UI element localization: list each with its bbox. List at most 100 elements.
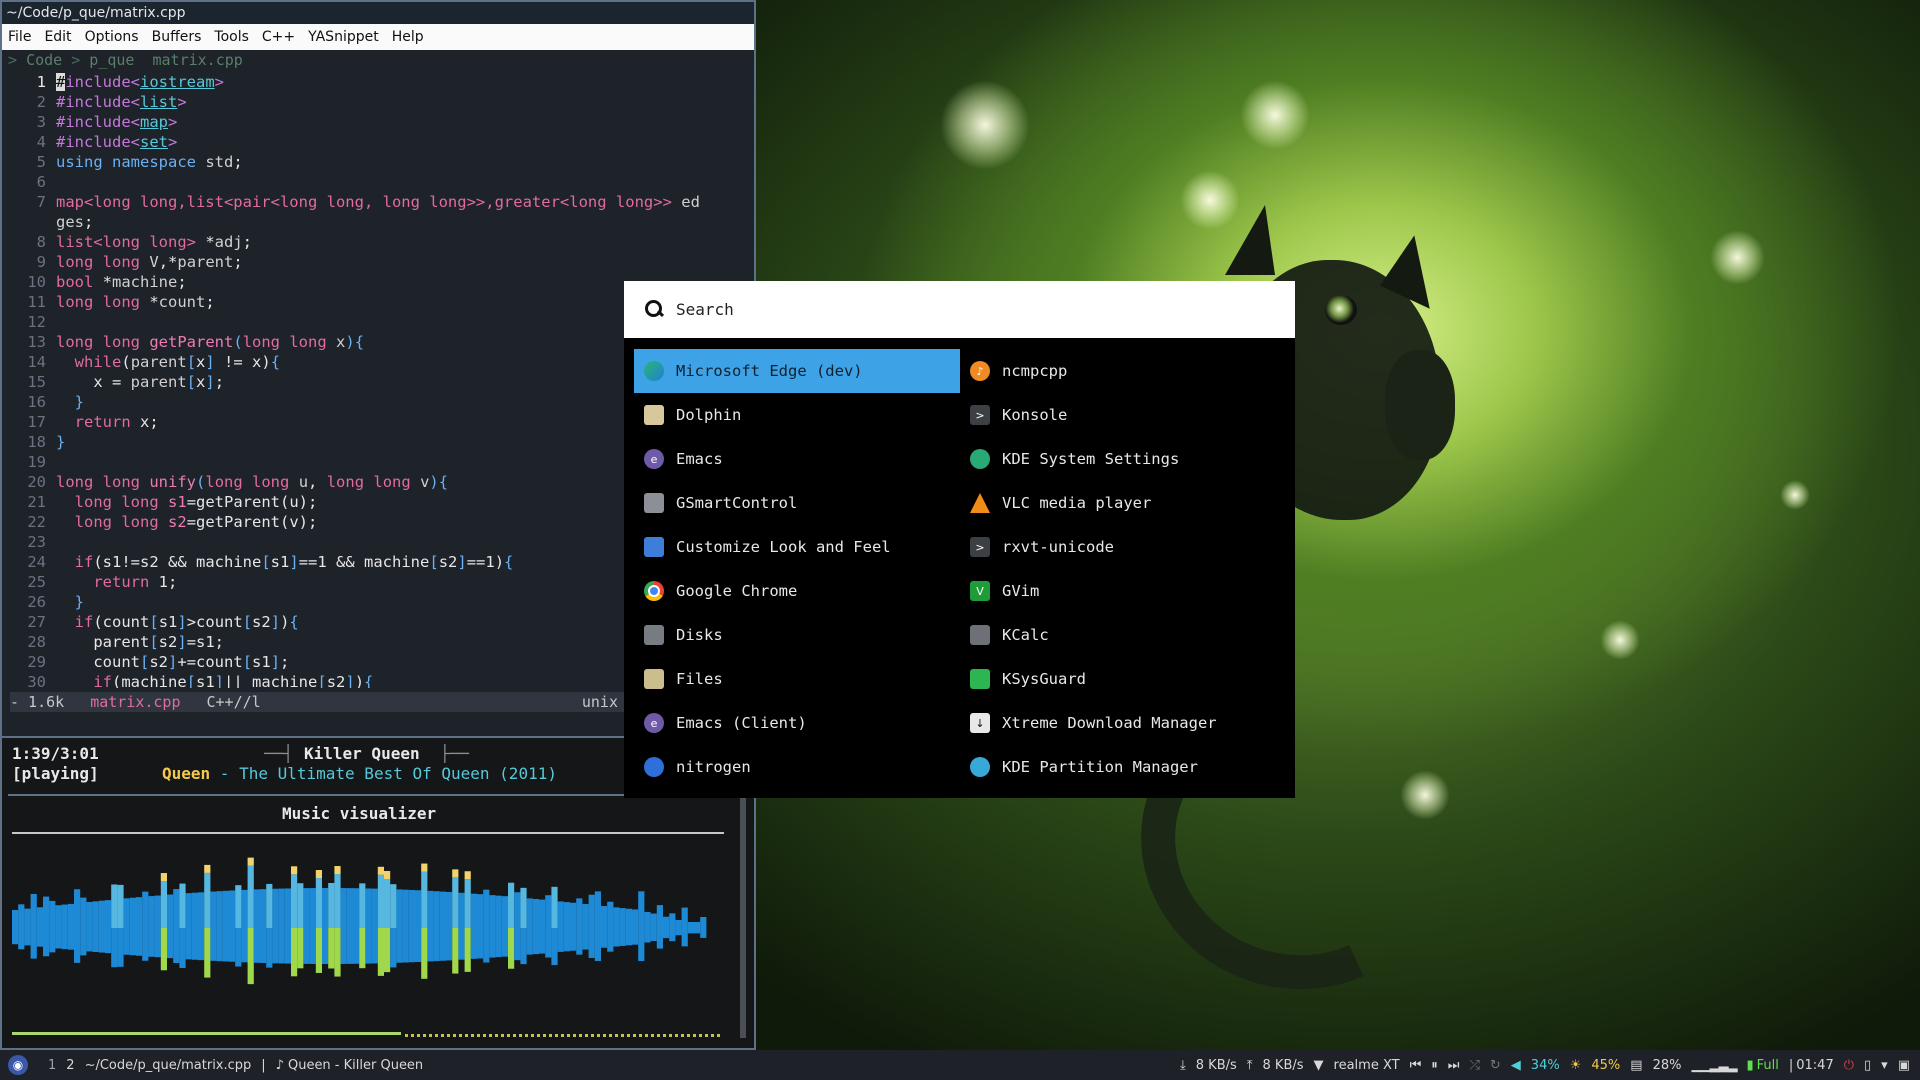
visualizer-bar: [322, 888, 329, 928]
app-item-konsole[interactable]: > Konsole: [960, 393, 1286, 437]
visualizer-peak: [160, 873, 167, 882]
major-mode[interactable]: C++//l: [207, 692, 261, 712]
breadcrumb-item[interactable]: p_que: [89, 51, 134, 69]
visualizer-bar: [284, 888, 291, 928]
visualizer-bar: [210, 891, 217, 928]
menu-cpp[interactable]: C++: [262, 29, 295, 45]
title-frame: ──┤: [264, 744, 293, 763]
menu-edit[interactable]: Edit: [44, 29, 71, 45]
menu-help[interactable]: Help: [392, 29, 424, 45]
visualizer-bar: [408, 889, 415, 928]
visualizer-bar: [501, 896, 508, 928]
clipboard-icon[interactable]: ▯: [1864, 1058, 1871, 1073]
terminal-icon: >: [970, 537, 990, 557]
visualizer-bar: [563, 928, 570, 952]
distro-logo-icon[interactable]: ◉: [8, 1055, 28, 1075]
visualizer-bar: [315, 928, 322, 973]
visualizer-bar: [619, 928, 626, 946]
visualizer-bar: [650, 913, 657, 928]
visualizer-bar: [539, 899, 546, 928]
app-item-vlc[interactable]: VLC media player: [960, 481, 1286, 525]
app-item-disks[interactable]: Disks: [634, 613, 960, 657]
app-item-xdm[interactable]: ↓ Xtreme Download Manager: [960, 701, 1286, 745]
app-item-gsmartcontrol[interactable]: GSmartControl: [634, 481, 960, 525]
vlc-icon: [970, 493, 990, 513]
app-label: Xtreme Download Manager: [1002, 714, 1217, 732]
visualizer-bar: [384, 928, 391, 973]
visualizer-bar: [198, 928, 205, 961]
now-playing[interactable]: Queen - Killer Queen: [288, 1058, 423, 1073]
visualizer-bar: [669, 913, 676, 928]
visualizer-bar: [390, 928, 397, 968]
search-input[interactable]: Search: [676, 300, 734, 319]
visualizer-bar: [80, 928, 87, 956]
scrollbar[interactable]: [740, 798, 746, 1038]
menu-options[interactable]: Options: [85, 29, 139, 45]
visualizer-bar: [185, 893, 192, 928]
app-item-ksysguard[interactable]: KSysGuard: [960, 657, 1286, 701]
power-icon[interactable]: ⏻: [1844, 1058, 1854, 1073]
app-item-partition-manager[interactable]: KDE Partition Manager: [960, 745, 1286, 789]
app-column-left: Microsoft Edge (dev) Dolphin e Emacs GSma…: [634, 349, 960, 789]
music-visualizer: [12, 857, 707, 985]
visualizer-bar: [129, 897, 136, 928]
visualizer-bar: [421, 928, 428, 979]
workspace-1[interactable]: 1: [48, 1058, 56, 1073]
app-item-kde-settings[interactable]: KDE System Settings: [960, 437, 1286, 481]
visualizer-bar: [458, 928, 465, 960]
visualizer-bar: [315, 878, 322, 928]
line-number: 1: [36, 73, 46, 91]
visualizer-bar: [334, 928, 341, 977]
app-item-ncmpcpp[interactable]: ♪ ncmpcpp: [960, 349, 1286, 393]
workspace-2[interactable]: 2: [66, 1058, 74, 1073]
visualizer-bar: [154, 895, 161, 928]
line-number: 24: [27, 553, 46, 571]
line-number: 23: [27, 533, 46, 551]
previous-track-icon[interactable]: ⏮: [1410, 1058, 1422, 1073]
network-tray-icon[interactable]: ▾: [1881, 1058, 1888, 1073]
menu-tools[interactable]: Tools: [214, 29, 249, 45]
menu-yasnippet[interactable]: YASnippet: [308, 29, 379, 45]
window-tray-icon[interactable]: ▣: [1898, 1058, 1910, 1073]
progress-bar-played[interactable]: [12, 1032, 401, 1035]
menu-buffers[interactable]: Buffers: [152, 29, 202, 45]
app-launcher[interactable]: Search Microsoft Edge (dev) Dolphin e Ema…: [624, 281, 1295, 798]
pause-icon[interactable]: ⏸: [1431, 1058, 1438, 1073]
search-bar[interactable]: Search: [624, 281, 1295, 338]
visualizer-bar: [675, 928, 682, 936]
visualizer-bar: [24, 908, 31, 928]
app-label: Emacs (Client): [676, 714, 807, 732]
visualizer-bar: [210, 928, 217, 961]
app-item-google-chrome[interactable]: Google Chrome: [634, 569, 960, 613]
visualizer-bar: [520, 887, 527, 928]
breadcrumb-item[interactable]: Code: [26, 51, 62, 69]
visualizer-bar: [396, 889, 403, 928]
app-item-edge-dev[interactable]: Microsoft Edge (dev): [634, 349, 960, 393]
app-item-files[interactable]: Files: [634, 657, 960, 701]
clock[interactable]: 01:47: [1796, 1058, 1833, 1073]
line-number: 12: [27, 313, 46, 331]
visualizer-bar: [142, 891, 149, 928]
app-item-gvim[interactable]: V GVim: [960, 569, 1286, 613]
app-item-kcalc[interactable]: KCalc: [960, 613, 1286, 657]
repeat-icon[interactable]: ↻: [1490, 1058, 1501, 1073]
volume-icon[interactable]: ◀: [1511, 1058, 1521, 1073]
app-item-nitrogen[interactable]: nitrogen: [634, 745, 960, 789]
app-item-rxvt-unicode[interactable]: > rxvt-unicode: [960, 525, 1286, 569]
visualizer-bar: [167, 928, 174, 959]
visualizer-bar: [495, 895, 502, 928]
app-item-customize-look[interactable]: Customize Look and Feel: [634, 525, 960, 569]
breadcrumb-item[interactable]: matrix.cpp: [153, 51, 243, 69]
app-item-dolphin[interactable]: Dolphin: [634, 393, 960, 437]
app-item-emacs-client[interactable]: e Emacs (Client): [634, 701, 960, 745]
app-item-emacs[interactable]: e Emacs: [634, 437, 960, 481]
progress-bar-remaining[interactable]: [405, 1030, 720, 1037]
visualizer-bar: [377, 874, 384, 928]
buffer-name[interactable]: matrix.cpp: [90, 692, 180, 712]
next-track-icon[interactable]: ⏭: [1448, 1058, 1460, 1073]
network-name[interactable]: realme XT: [1334, 1058, 1400, 1073]
menu-file[interactable]: File: [8, 29, 31, 45]
shuffle-icon[interactable]: ⤮: [1469, 1058, 1479, 1073]
visualizer-bar: [427, 890, 434, 928]
visualizer-bar: [253, 928, 260, 963]
